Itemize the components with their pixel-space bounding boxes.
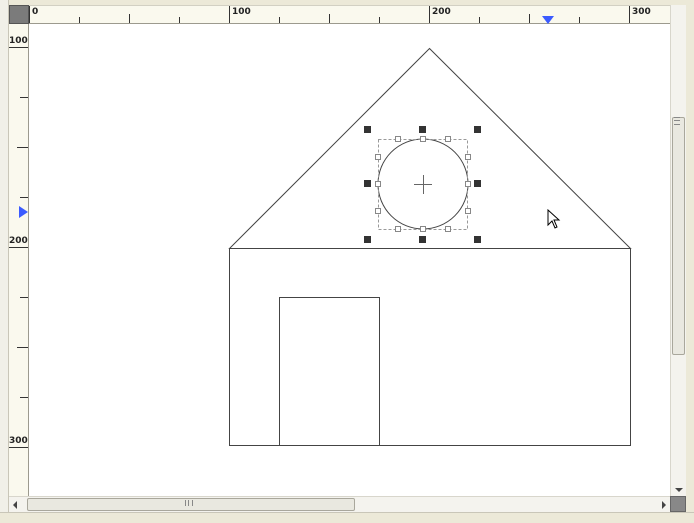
horizontal-ruler-ticks xyxy=(29,6,630,23)
horizontal-ruler-marker-icon[interactable] xyxy=(542,16,554,24)
roof-triangle[interactable] xyxy=(228,47,632,249)
drawing-svg xyxy=(228,47,632,446)
bottom-status-strip xyxy=(0,512,694,523)
resize-handle-se xyxy=(474,236,481,243)
horizontal-scroll-grip-icon xyxy=(185,500,193,506)
resize-handle-ne xyxy=(474,126,481,133)
resize-handle-nw xyxy=(364,126,371,133)
door-rectangle[interactable] xyxy=(279,297,380,446)
vertical-ruler[interactable]: 100 200 300 xyxy=(9,24,29,496)
resize-grip-corner[interactable] xyxy=(670,496,686,512)
vertical-ruler-ticks xyxy=(9,47,28,448)
v-ruler-label-200: 200 xyxy=(9,236,28,246)
vertical-scroll-thumb[interactable] xyxy=(672,117,685,355)
h-ruler-label-0: 0 xyxy=(32,7,39,17)
resize-handle-sw xyxy=(364,236,371,243)
scroll-right-arrow-icon[interactable] xyxy=(662,501,666,509)
arrow-cursor-icon xyxy=(547,209,561,229)
resize-handle-n xyxy=(419,126,426,133)
vertical-scroll-grip-icon xyxy=(674,117,680,125)
drawing-editor-window: 0 100 200 300 100 200 300 xyxy=(0,0,694,523)
ruler-corner-box[interactable] xyxy=(9,5,29,24)
h-ruler-label-100: 100 xyxy=(232,7,251,17)
resize-handle-e xyxy=(474,180,481,187)
scroll-down-arrow-icon[interactable] xyxy=(675,488,683,492)
scroll-left-arrow-icon[interactable] xyxy=(13,501,17,509)
vertical-scrollbar[interactable] xyxy=(670,5,686,496)
center-crosshair-icon xyxy=(414,175,432,194)
horizontal-scrollbar[interactable] xyxy=(9,496,670,512)
v-ruler-label-300: 300 xyxy=(9,436,28,446)
v-ruler-label-100: 100 xyxy=(9,36,28,46)
drawing-canvas[interactable] xyxy=(29,24,670,496)
right-panel-edge xyxy=(686,0,694,512)
h-ruler-label-300: 300 xyxy=(632,7,651,17)
resize-handle-s xyxy=(419,236,426,243)
resize-handle-w xyxy=(364,180,371,187)
h-ruler-label-200: 200 xyxy=(432,7,451,17)
vertical-ruler-marker-icon[interactable] xyxy=(19,206,28,218)
horizontal-ruler[interactable]: 0 100 200 300 xyxy=(29,5,670,24)
house-wall-rectangle[interactable] xyxy=(229,248,631,446)
left-panel-edge xyxy=(0,0,9,523)
